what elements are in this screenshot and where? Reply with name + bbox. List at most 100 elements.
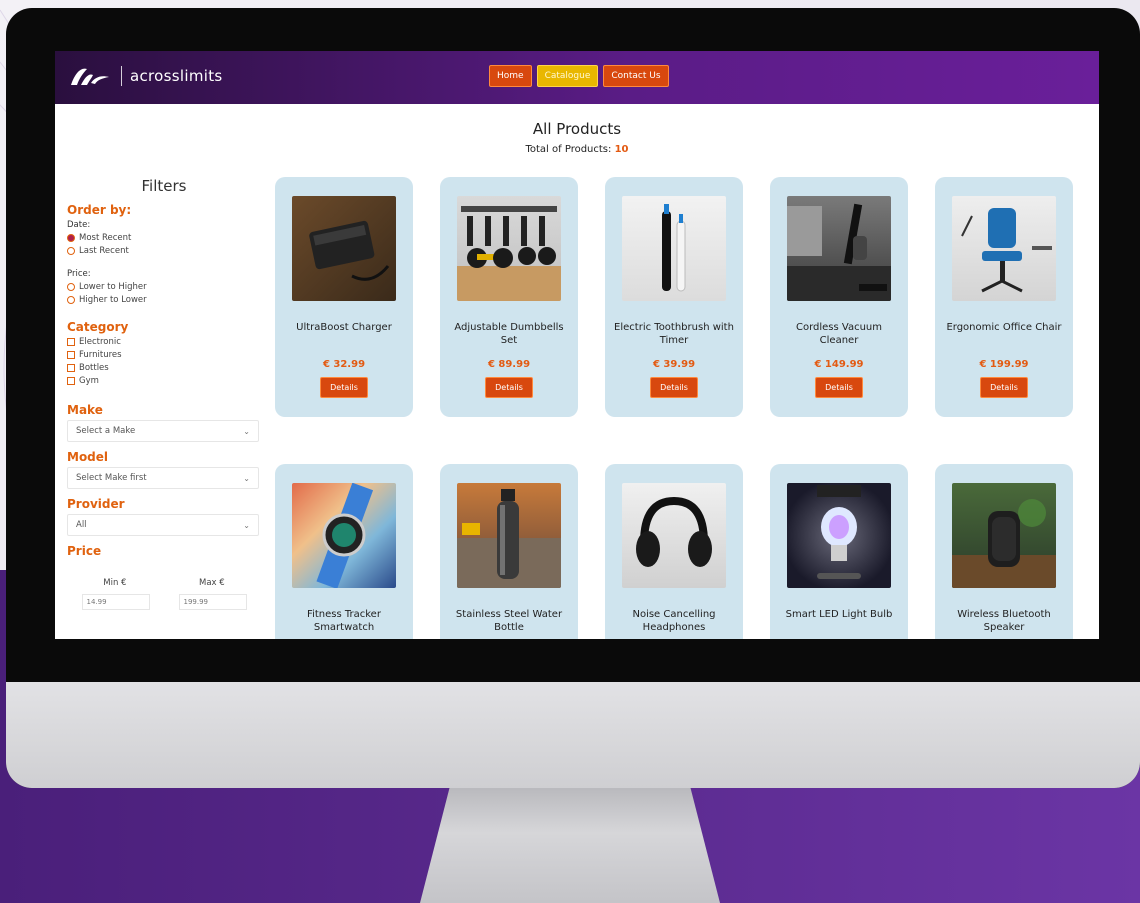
option-label: Furnitures	[79, 350, 122, 360]
nav-contact-button[interactable]: Contact Us	[603, 65, 669, 87]
radio-lower-to-higher[interactable]: Lower to Higher	[67, 282, 261, 292]
product-card[interactable]: UltraBoost Charger € 32.99 Details	[275, 177, 413, 417]
monitor-stand	[420, 786, 720, 903]
price-range-inputs: 14.99 199.99	[67, 594, 261, 610]
chevron-down-icon: ⌄	[243, 473, 250, 483]
water-bottle-icon	[457, 483, 561, 588]
option-label: Most Recent	[79, 233, 132, 243]
option-label: Electronic	[79, 337, 121, 347]
checkbox-icon[interactable]	[67, 351, 75, 359]
model-select[interactable]: Select Make first ⌄	[67, 467, 259, 489]
product-name: Smart LED Light Bulb	[785, 609, 893, 620]
total-products-label: Total of Products:	[525, 144, 612, 155]
checkbox-icon[interactable]	[67, 364, 75, 372]
office-chair-icon	[952, 196, 1056, 301]
smartwatch-icon	[292, 483, 396, 588]
total-products-count: 10	[614, 144, 629, 155]
radio-icon[interactable]	[67, 234, 75, 242]
monitor: acrosslimits Home Catalogue Contact Us A…	[6, 8, 1140, 788]
provider-select-value: All	[76, 520, 87, 530]
logo-mark-icon	[71, 68, 109, 85]
radio-icon[interactable]	[67, 247, 75, 255]
power-bank-icon	[292, 196, 396, 301]
product-name: Adjustable Dumbbells Set	[454, 322, 564, 346]
checkbox-gym[interactable]: Gym	[67, 376, 261, 386]
product-name: Electric Toothbrush with Timer	[614, 322, 734, 346]
screen: acrosslimits Home Catalogue Contact Us A…	[55, 51, 1099, 639]
product-price: € 89.99	[487, 359, 531, 370]
chevron-down-icon: ⌄	[243, 520, 250, 530]
details-button[interactable]: Details	[320, 377, 368, 398]
product-card[interactable]: Smart LED Light Bulb	[770, 464, 908, 639]
product-card[interactable]: Electric Toothbrush with Timer € 39.99 D…	[605, 177, 743, 417]
option-label: Gym	[79, 376, 99, 386]
category-heading: Category	[67, 320, 129, 334]
radio-most-recent[interactable]: Most Recent	[67, 233, 261, 243]
details-button[interactable]: Details	[485, 377, 533, 398]
details-button[interactable]: Details	[815, 377, 863, 398]
dumbbells-icon	[457, 196, 561, 301]
product-name: UltraBoost Charger	[296, 322, 392, 333]
filters-sidebar: Filters Order by: Date: Most Recent Last…	[67, 177, 261, 610]
checkbox-electronic[interactable]: Electronic	[67, 337, 261, 347]
option-label: Lower to Higher	[79, 282, 147, 292]
order-by-heading: Order by:	[67, 203, 132, 217]
product-price: € 149.99	[814, 359, 864, 370]
radio-last-recent[interactable]: Last Recent	[67, 246, 261, 256]
price-range-labels: Min € Max €	[67, 578, 261, 588]
checkbox-icon[interactable]	[67, 377, 75, 385]
max-price-input[interactable]: 199.99	[178, 594, 247, 610]
option-label: Higher to Lower	[79, 295, 147, 305]
price-heading: Price	[67, 544, 102, 558]
nav-catalogue-button[interactable]: Catalogue	[536, 65, 599, 87]
checkbox-icon[interactable]	[67, 338, 75, 346]
product-card[interactable]: Cordless Vacuum Cleaner € 149.99 Details	[770, 177, 908, 417]
radio-icon[interactable]	[67, 283, 75, 291]
product-name: Cordless Vacuum Cleaner	[795, 322, 883, 346]
top-navigation-bar: acrosslimits Home Catalogue Contact Us	[55, 51, 1099, 104]
light-bulb-icon	[787, 483, 891, 588]
product-price: € 199.99	[979, 359, 1029, 370]
product-name: Fitness Tracker Smartwatch	[307, 609, 381, 633]
headphones-icon	[622, 483, 726, 588]
product-card[interactable]: Noise Cancelling Headphones	[605, 464, 743, 639]
logo[interactable]: acrosslimits	[67, 63, 223, 89]
product-card[interactable]: Fitness Tracker Smartwatch	[275, 464, 413, 639]
radio-higher-to-lower[interactable]: Higher to Lower	[67, 295, 261, 305]
product-price: € 32.99	[322, 359, 366, 370]
product-card[interactable]: Ergonomic Office Chair € 199.99 Details	[935, 177, 1073, 417]
nav-home-button[interactable]: Home	[489, 65, 532, 87]
model-select-value: Select Make first	[76, 473, 147, 483]
chevron-down-icon: ⌄	[243, 426, 250, 436]
model-heading: Model	[67, 450, 109, 464]
product-card[interactable]: Adjustable Dumbbells Set € 89.99 Details	[440, 177, 578, 417]
total-products: Total of Products: 10	[55, 144, 1099, 155]
product-name: Ergonomic Office Chair	[946, 322, 1062, 333]
make-heading: Make	[67, 403, 103, 417]
vacuum-icon	[787, 196, 891, 301]
product-name: Stainless Steel Water Bottle	[455, 609, 563, 633]
price-order-label: Price:	[67, 269, 91, 279]
checkbox-bottles[interactable]: Bottles	[67, 363, 261, 373]
details-button[interactable]: Details	[650, 377, 698, 398]
product-card[interactable]: Stainless Steel Water Bottle	[440, 464, 578, 639]
details-button[interactable]: Details	[980, 377, 1028, 398]
provider-select[interactable]: All ⌄	[67, 514, 259, 536]
radio-icon[interactable]	[67, 296, 75, 304]
date-label: Date:	[67, 220, 91, 230]
product-price: € 39.99	[652, 359, 696, 370]
option-label: Bottles	[79, 363, 109, 373]
checkbox-furnitures[interactable]: Furnitures	[67, 350, 261, 360]
toothbrush-icon	[622, 196, 726, 301]
product-name: Noise Cancelling Headphones	[632, 609, 716, 633]
product-name: Wireless Bluetooth Speaker	[957, 609, 1051, 633]
make-select[interactable]: Select a Make ⌄	[67, 420, 259, 442]
make-select-value: Select a Make	[76, 426, 136, 436]
logo-separator	[121, 66, 122, 86]
max-price-label: Max €	[199, 578, 225, 588]
page-header: All Products Total of Products: 10	[55, 104, 1099, 155]
product-card[interactable]: Wireless Bluetooth Speaker	[935, 464, 1073, 639]
page-title: All Products	[532, 120, 622, 138]
min-price-label: Min €	[103, 578, 127, 588]
min-price-input[interactable]: 14.99	[81, 594, 150, 610]
